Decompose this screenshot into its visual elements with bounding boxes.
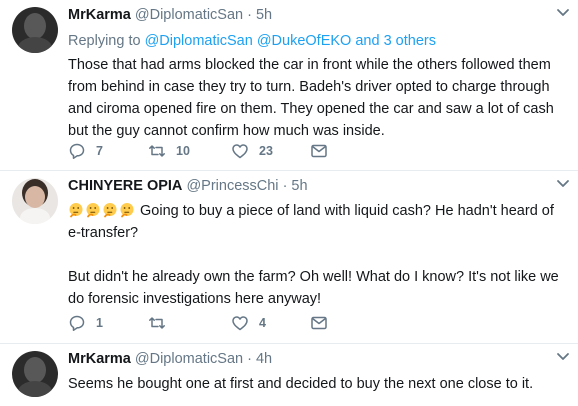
timestamp[interactable]: · 5h	[283, 178, 308, 194]
display-name[interactable]: CHINYERE OPIA	[68, 178, 182, 194]
caret-down-icon[interactable]	[554, 175, 572, 193]
retweet-icon	[149, 145, 165, 157]
retweet-icon	[149, 317, 165, 329]
reply-count: 7	[96, 144, 103, 158]
reply-count: 1	[96, 316, 103, 330]
replying-to-label: Replying to	[68, 33, 141, 49]
caret-down-icon[interactable]	[554, 348, 572, 366]
like-count: 4	[259, 316, 266, 330]
tweet-text: Those that had arms blocked the car in f…	[68, 57, 554, 139]
display-name[interactable]: MrKarma	[68, 351, 131, 367]
like-icon	[232, 144, 248, 159]
retweet-count: 10	[176, 144, 190, 158]
replying-to: Replying to @DiplomaticSan @DukeOfEKO an…	[68, 33, 568, 49]
mention-link[interactable]: @DiplomaticSan	[145, 33, 253, 49]
tweet-actions: 7 10 23	[68, 141, 348, 161]
thinking-face-emoji	[86, 203, 100, 218]
like-count: 23	[259, 144, 273, 158]
retweet-button[interactable]: 10	[148, 141, 190, 161]
tweet-text: Seems he bought one at first and decided…	[68, 376, 534, 392]
reply-button[interactable]: 7	[68, 141, 103, 161]
tweet-header: MrKarma @DiplomaticSan · 4h	[68, 350, 568, 368]
retweet-button[interactable]	[148, 313, 176, 333]
message-icon	[311, 144, 327, 158]
thinking-face-emoji	[120, 203, 134, 218]
message-button[interactable]	[310, 313, 338, 333]
emoji-group	[68, 200, 136, 222]
timestamp[interactable]: · 4h	[247, 351, 272, 367]
tweet-header: CHINYERE OPIA @PrincessChi · 5h	[68, 177, 568, 195]
tweet-header: MrKarma @DiplomaticSan · 5h	[68, 6, 568, 24]
reply-icon	[69, 315, 85, 331]
reply-button[interactable]: 1	[68, 313, 103, 333]
like-button[interactable]: 4	[231, 313, 266, 333]
tweet-text-block: Going to buy a piece of land with liquid…	[68, 200, 568, 310]
tweet-actions: 1 4	[68, 313, 348, 333]
mention-link[interactable]: @DukeOfEKO	[257, 33, 352, 49]
avatar[interactable]	[12, 7, 58, 53]
handle[interactable]: @PrincessChi	[186, 178, 278, 194]
reply-icon	[69, 143, 85, 159]
like-button[interactable]: 23	[231, 141, 273, 161]
thinking-face-emoji	[103, 203, 117, 218]
display-name[interactable]: MrKarma	[68, 7, 131, 23]
message-icon	[311, 316, 327, 330]
handle[interactable]: @DiplomaticSan	[135, 351, 243, 367]
tweet[interactable]: MrKarma @DiplomaticSan · 4h Seems he bou…	[0, 344, 578, 406]
tweet[interactable]: CHINYERE OPIA @PrincessChi · 5h Going to…	[0, 171, 578, 344]
like-icon	[232, 316, 248, 331]
handle[interactable]: @DiplomaticSan	[135, 7, 243, 23]
message-button[interactable]	[310, 141, 338, 161]
others-link[interactable]: and 3 others	[355, 33, 436, 49]
avatar[interactable]	[12, 178, 58, 224]
tweet[interactable]: MrKarma @DiplomaticSan · 5h Replying to …	[0, 0, 578, 171]
avatar[interactable]	[12, 351, 58, 397]
caret-down-icon[interactable]	[554, 4, 572, 22]
timestamp[interactable]: · 5h	[247, 7, 272, 23]
tweet-text: Going to buy a piece of land with liquid…	[68, 203, 559, 308]
thinking-face-emoji	[69, 203, 83, 218]
